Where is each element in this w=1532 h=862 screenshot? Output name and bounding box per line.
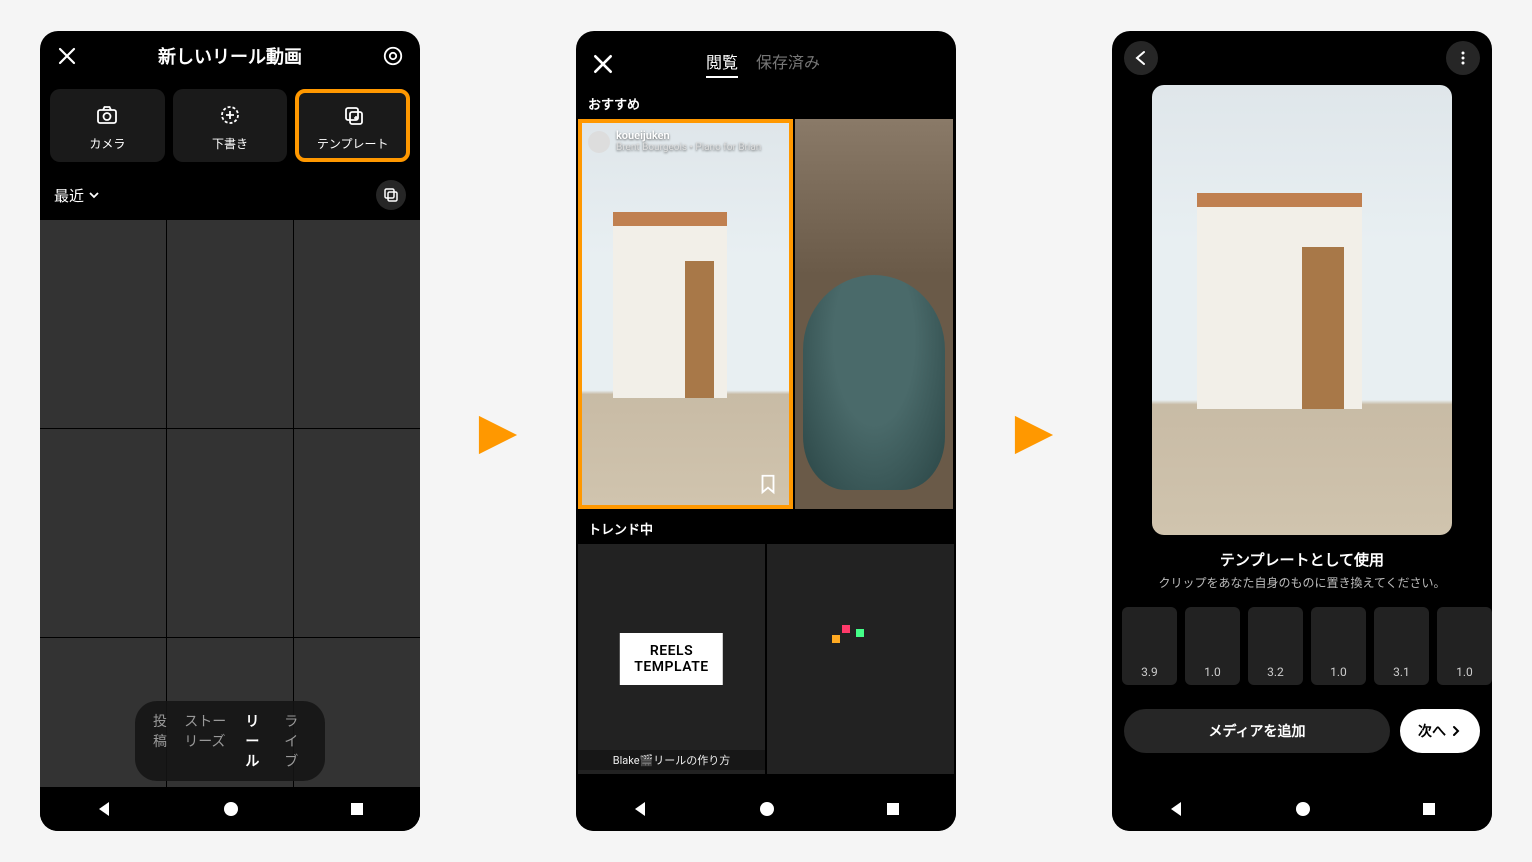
back-button[interactable]	[1124, 41, 1158, 75]
clip-slot[interactable]: 1.0	[1185, 607, 1240, 685]
section-recommended: おすすめ	[576, 84, 956, 119]
screen1-title: 新しいリール動画	[158, 43, 302, 69]
multi-select-icon[interactable]	[376, 180, 406, 210]
nav-recent-icon[interactable]	[349, 801, 365, 817]
recent-dropdown[interactable]: 最近	[54, 185, 100, 206]
media-thumb[interactable]	[40, 220, 166, 428]
use-template-title: テンプレートとして使用	[1122, 549, 1482, 570]
clip-slot[interactable]: 3.9	[1122, 607, 1177, 685]
screen3-use-template: テンプレートとして使用 クリップをあなた自身のものに置き換えてください。 3.9…	[1112, 31, 1492, 831]
next-button[interactable]: 次へ	[1400, 709, 1480, 753]
chevron-right-icon	[1450, 725, 1462, 737]
chevron-down-icon	[88, 189, 100, 201]
tab-live[interactable]: ライブ	[284, 711, 307, 771]
recent-label: 最近	[54, 185, 84, 206]
clip-slot[interactable]: 1.0	[1311, 607, 1366, 685]
media-thumb[interactable]	[40, 429, 166, 637]
media-thumb[interactable]	[167, 220, 293, 428]
android-nav-bar	[1112, 787, 1492, 831]
screen1-new-reel: 新しいリール動画 カメラ 下書き テンプレート 最近	[40, 31, 420, 831]
label-line1: REELS	[634, 643, 708, 659]
mode-template[interactable]: テンプレート	[295, 89, 410, 162]
nav-recent-icon[interactable]	[1421, 801, 1437, 817]
template-preview[interactable]	[1152, 85, 1452, 535]
mode-draft-label: 下書き	[212, 135, 248, 152]
template-caption: Blake🎬リールの作り方	[578, 750, 765, 770]
template-label-box: REELS TEMPLATE	[620, 633, 722, 685]
close-icon[interactable]	[54, 43, 80, 69]
template-card-recommended[interactable]: koueijuken Brent Bourgeois • Piano for B…	[578, 119, 793, 509]
avatar	[588, 131, 610, 153]
nav-back-icon[interactable]	[95, 800, 113, 818]
template-card-recommended[interactable]	[795, 119, 953, 509]
android-nav-bar	[576, 787, 956, 831]
android-nav-bar	[40, 787, 420, 831]
nav-home-icon[interactable]	[1294, 800, 1312, 818]
tab-saved[interactable]: 保存済み	[756, 49, 820, 78]
nav-recent-icon[interactable]	[885, 801, 901, 817]
nav-home-icon[interactable]	[758, 800, 776, 818]
add-media-button[interactable]: メディアを追加	[1124, 709, 1390, 753]
label-line2: TEMPLATE	[634, 659, 708, 675]
nav-back-icon[interactable]	[1167, 800, 1185, 818]
clip-slot[interactable]: 1.0	[1437, 607, 1492, 685]
section-trending: トレンド中	[576, 509, 956, 544]
template-card-trending[interactable]	[767, 544, 954, 774]
mode-camera[interactable]: カメラ	[50, 89, 165, 162]
mode-template-label: テンプレート	[317, 135, 389, 152]
create-type-tabs: 投稿 ストーリーズ リール ライブ	[135, 701, 325, 781]
flow-arrow-icon: ▶	[1015, 402, 1053, 461]
close-icon[interactable]	[590, 51, 616, 77]
tab-browse[interactable]: 閲覧	[706, 49, 738, 78]
nav-back-icon[interactable]	[631, 800, 649, 818]
screen2-browse-templates: 閲覧 保存済み おすすめ koueijuken Brent Bourgeois …	[576, 31, 956, 831]
media-thumb[interactable]	[294, 429, 420, 637]
nav-home-icon[interactable]	[222, 800, 240, 818]
flow-arrow-icon: ▶	[479, 402, 517, 461]
draft-icon	[218, 103, 242, 127]
clip-slots: 3.9 1.0 3.2 1.0 3.1 1.0	[1112, 599, 1492, 693]
template-music: Brent Bourgeois • Piano for Brian	[616, 142, 761, 154]
mode-draft[interactable]: 下書き	[173, 89, 288, 162]
template-icon	[341, 103, 365, 127]
more-options-button[interactable]	[1446, 41, 1480, 75]
media-thumb[interactable]	[167, 429, 293, 637]
template-card-trending[interactable]: REELS TEMPLATE Blake🎬リールの作り方	[578, 544, 765, 774]
camera-icon	[95, 103, 119, 127]
use-template-subtitle: クリップをあなた自身のものに置き換えてください。	[1122, 574, 1482, 591]
media-thumb[interactable]	[294, 220, 420, 428]
bookmark-icon[interactable]	[757, 473, 779, 495]
template-username: koueijuken	[616, 129, 761, 142]
clip-slot[interactable]: 3.2	[1248, 607, 1303, 685]
tab-stories[interactable]: ストーリーズ	[184, 711, 229, 771]
settings-icon[interactable]	[380, 43, 406, 69]
tab-reels[interactable]: リール	[245, 711, 268, 771]
tab-post[interactable]: 投稿	[153, 711, 168, 771]
mode-camera-label: カメラ	[89, 135, 125, 152]
clip-slot[interactable]: 3.1	[1374, 607, 1429, 685]
